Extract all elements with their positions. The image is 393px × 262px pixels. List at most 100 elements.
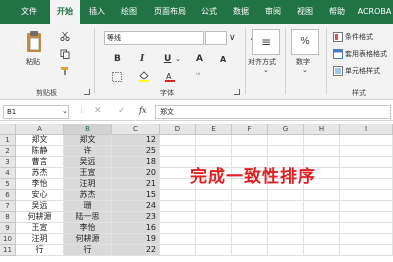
percent-icon[interactable]: % — [291, 29, 319, 55]
cell-e1[interactable] — [196, 135, 232, 146]
decrease-font-size-button[interactable]: A — [220, 55, 226, 64]
cell-a3[interactable]: 曹言 — [16, 157, 64, 168]
cell-c5[interactable]: 21 — [112, 179, 160, 190]
column-header[interactable]: E — [196, 124, 232, 135]
cell-h11[interactable] — [304, 245, 340, 256]
row-header[interactable]: 2 — [0, 146, 16, 157]
cell-i9[interactable] — [340, 223, 393, 234]
cell-a8[interactable]: 何耕源 — [16, 212, 64, 223]
cell-c2[interactable]: 25 — [112, 146, 160, 157]
cell-a5[interactable]: 李怡 — [16, 179, 64, 190]
cell-g10[interactable] — [268, 234, 304, 245]
italic-button[interactable]: I — [140, 54, 144, 64]
cell-f11[interactable] — [232, 245, 268, 256]
cell-i3[interactable] — [340, 157, 393, 168]
cell-h7[interactable] — [304, 201, 340, 212]
cell-a7[interactable]: 吴远 — [16, 201, 64, 212]
row-header[interactable]: 8 — [0, 212, 16, 223]
cell-h2[interactable] — [304, 146, 340, 157]
chevron-down-icon[interactable]: ⌄ — [302, 66, 308, 74]
tab-data[interactable]: 数据 — [228, 0, 254, 24]
cell-i1[interactable] — [340, 135, 393, 146]
chevron-down-icon[interactable]: ⌄ — [62, 107, 68, 115]
row-header[interactable]: 6 — [0, 190, 16, 201]
cell-f9[interactable] — [232, 223, 268, 234]
paste-icon[interactable] — [24, 30, 44, 56]
cell-c11[interactable]: 22 — [112, 245, 160, 256]
chevron-down-icon[interactable]: ⌄ — [175, 55, 181, 63]
alignment-button-label[interactable]: 对齐方式 — [248, 57, 276, 67]
cell-i6[interactable] — [340, 190, 393, 201]
cell-f10[interactable] — [232, 234, 268, 245]
phonetic-guide-icon[interactable]: ᵚ — [196, 71, 200, 79]
conditional-format-button[interactable]: 条件格式 — [345, 32, 373, 42]
cell-a1[interactable]: 郑文 — [16, 135, 64, 146]
row-header[interactable]: 1 — [0, 135, 16, 146]
cell-e7[interactable] — [196, 201, 232, 212]
cell-g1[interactable] — [268, 135, 304, 146]
cell-b7[interactable]: 珊 — [64, 201, 112, 212]
cut-icon[interactable] — [60, 31, 70, 43]
cell-b2[interactable]: 许 — [64, 146, 112, 157]
column-header[interactable]: D — [160, 124, 196, 135]
clipboard-launcher-icon[interactable] — [84, 89, 90, 95]
cell-h9[interactable] — [304, 223, 340, 234]
tab-home[interactable]: 开始 — [50, 0, 80, 24]
cell-c9[interactable]: 16 — [112, 223, 160, 234]
cell-b8[interactable]: 陆一思 — [64, 212, 112, 223]
row-header[interactable]: 10 — [0, 234, 16, 245]
font-color-icon[interactable]: A — [164, 71, 176, 84]
row-header[interactable]: 5 — [0, 179, 16, 190]
cell-d9[interactable] — [160, 223, 196, 234]
confirm-icon[interactable]: ✓ — [118, 106, 126, 116]
tab-review[interactable]: 审阅 — [260, 0, 286, 24]
cell-b11[interactable]: 行 — [64, 245, 112, 256]
cell-b6[interactable]: 苏杰 — [64, 190, 112, 201]
conditional-format-icon[interactable] — [333, 32, 343, 44]
cell-a2[interactable]: 陈静 — [16, 146, 64, 157]
cell-e10[interactable] — [196, 234, 232, 245]
font-name-dropdown[interactable]: 等线 — [104, 31, 204, 45]
row-header[interactable]: 3 — [0, 157, 16, 168]
chevron-down-icon[interactable]: ∨ — [229, 33, 236, 43]
cell-g2[interactable] — [268, 146, 304, 157]
cell-e6[interactable] — [196, 190, 232, 201]
cell-e8[interactable] — [196, 212, 232, 223]
cell-c7[interactable]: 24 — [112, 201, 160, 212]
cell-g11[interactable] — [268, 245, 304, 256]
more-options-icon[interactable]: ⋮ — [78, 106, 85, 114]
table-format-button[interactable]: 套用表格格式 — [345, 49, 387, 59]
font-size-dropdown[interactable] — [205, 31, 227, 45]
row-header[interactable]: 7 — [0, 201, 16, 212]
cell-c4[interactable]: 20 — [112, 168, 160, 179]
cell-d10[interactable] — [160, 234, 196, 245]
tab-formulas[interactable]: 公式 — [196, 0, 222, 24]
cell-f8[interactable] — [232, 212, 268, 223]
cell-g7[interactable] — [268, 201, 304, 212]
column-header[interactable]: A — [16, 124, 64, 135]
cell-f1[interactable] — [232, 135, 268, 146]
cell-d6[interactable] — [160, 190, 196, 201]
cell-g6[interactable] — [268, 190, 304, 201]
fill-color-icon[interactable] — [138, 71, 150, 84]
cell-a4[interactable]: 苏杰 — [16, 168, 64, 179]
cell-h6[interactable] — [304, 190, 340, 201]
cell-i5[interactable] — [340, 179, 393, 190]
chevron-down-icon[interactable]: ⌄ — [263, 66, 269, 74]
cell-c1[interactable]: 12 — [112, 135, 160, 146]
cell-b1[interactable]: 郑文 — [64, 135, 112, 146]
cell-styles-icon[interactable] — [333, 66, 343, 78]
cell-f6[interactable] — [232, 190, 268, 201]
cell-i2[interactable] — [340, 146, 393, 157]
select-all-corner[interactable] — [0, 124, 16, 135]
font-launcher-icon[interactable] — [234, 89, 240, 95]
cell-a10[interactable]: 汪玥 — [16, 234, 64, 245]
insert-function-icon[interactable]: fx — [139, 106, 146, 115]
cell-styles-button[interactable]: 单元格样式 — [345, 66, 380, 76]
cell-a9[interactable]: 王宣 — [16, 223, 64, 234]
cell-i10[interactable] — [340, 234, 393, 245]
name-box[interactable]: B1 — [3, 105, 69, 119]
formula-input[interactable]: 郑文 — [155, 105, 391, 119]
cell-f7[interactable] — [232, 201, 268, 212]
row-header[interactable]: 9 — [0, 223, 16, 234]
